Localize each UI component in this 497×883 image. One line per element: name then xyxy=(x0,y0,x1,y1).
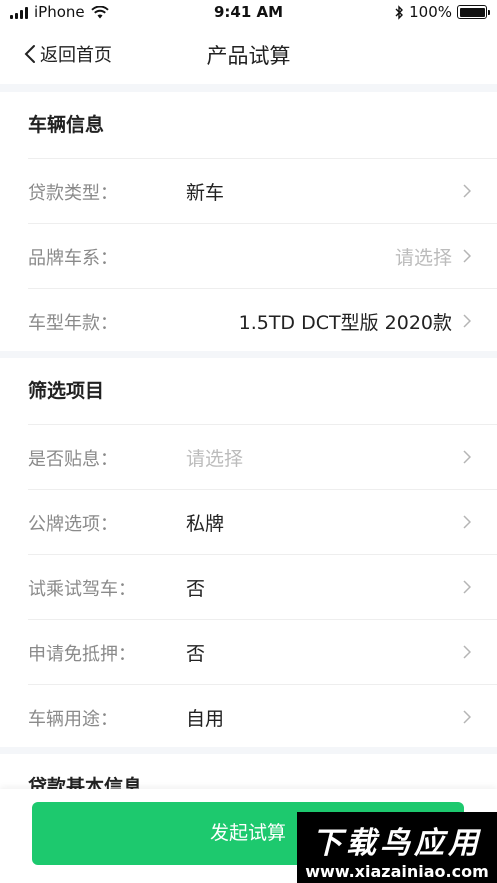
section-title: 筛选项目 xyxy=(28,380,105,402)
row-value: 请选择 xyxy=(186,448,244,470)
bluetooth-icon xyxy=(395,4,404,20)
battery-fill xyxy=(459,7,485,17)
row-label: 品牌车系： xyxy=(28,248,118,269)
watermark: 下载鸟应用 www.xiazainiao.com xyxy=(297,812,497,883)
row-value: 自用 xyxy=(186,708,225,730)
row-value: 请选择 xyxy=(394,247,452,269)
row-label: 车型年款： xyxy=(28,313,118,334)
chevron-right-icon xyxy=(463,645,471,659)
plate-option-row[interactable]: 公牌选项： 私牌 xyxy=(28,489,497,554)
chevron-right-icon xyxy=(463,184,471,198)
row-value: 否 xyxy=(186,643,206,665)
nav-bar: 返回首页 产品试算 xyxy=(0,26,497,84)
vehicle-info-section: 车辆信息 贷款类型： 新车 品牌车系： 请选择 车型年款： 1.5TD DCT型… xyxy=(0,92,497,351)
mortgage-free-row[interactable]: 申请免抵押： 否 xyxy=(28,619,497,684)
row-value: 1.5TD DCT型版 2020款 xyxy=(238,312,452,334)
back-label: 返回首页 xyxy=(40,45,112,66)
row-label: 申请免抵押： xyxy=(28,644,136,665)
section-title: 贷款基本信息 xyxy=(28,776,143,794)
chevron-right-icon xyxy=(463,450,471,464)
model-year-row[interactable]: 车型年款： 1.5TD DCT型版 2020款 xyxy=(28,288,497,353)
test-drive-row[interactable]: 试乘试驾车： 否 xyxy=(28,554,497,619)
row-label: 试乘试驾车： xyxy=(28,579,136,600)
loan-type-row[interactable]: 贷款类型： 新车 xyxy=(28,158,497,223)
chevron-right-icon xyxy=(463,710,471,724)
battery-icon xyxy=(457,5,490,19)
loan-info-section: 贷款基本信息 xyxy=(0,754,497,794)
row-value: 否 xyxy=(186,578,206,600)
row-label: 是否贴息： xyxy=(28,449,118,470)
chevron-right-icon xyxy=(463,314,471,328)
chevron-right-icon xyxy=(463,580,471,594)
chevron-left-icon xyxy=(24,45,35,63)
row-value: 私牌 xyxy=(186,513,225,535)
chevron-right-icon xyxy=(463,515,471,529)
row-value: 新车 xyxy=(186,182,225,204)
back-button[interactable]: 返回首页 xyxy=(24,41,112,67)
status-right: 100% xyxy=(395,3,490,21)
row-label: 公牌选项： xyxy=(28,514,118,535)
interest-subsidy-row[interactable]: 是否贴息： 请选择 xyxy=(28,424,497,489)
chevron-right-icon xyxy=(463,249,471,263)
row-label: 车辆用途： xyxy=(28,709,118,730)
battery-percent: 100% xyxy=(409,3,452,21)
status-bar: iPhone 9:41 AM 100% xyxy=(0,0,497,26)
section-title: 车辆信息 xyxy=(28,114,105,136)
watermark-title: 下载鸟应用 xyxy=(312,826,482,861)
row-label: 贷款类型： xyxy=(28,183,118,204)
filters-section: 筛选项目 是否贴息： 请选择 公牌选项： 私牌 试乘试驾车： 否 申请免抵押： … xyxy=(0,358,497,747)
watermark-url: www.xiazainiao.com xyxy=(305,862,489,881)
vehicle-usage-row[interactable]: 车辆用途： 自用 xyxy=(28,684,497,749)
brand-series-row[interactable]: 品牌车系： 请选择 xyxy=(28,223,497,288)
